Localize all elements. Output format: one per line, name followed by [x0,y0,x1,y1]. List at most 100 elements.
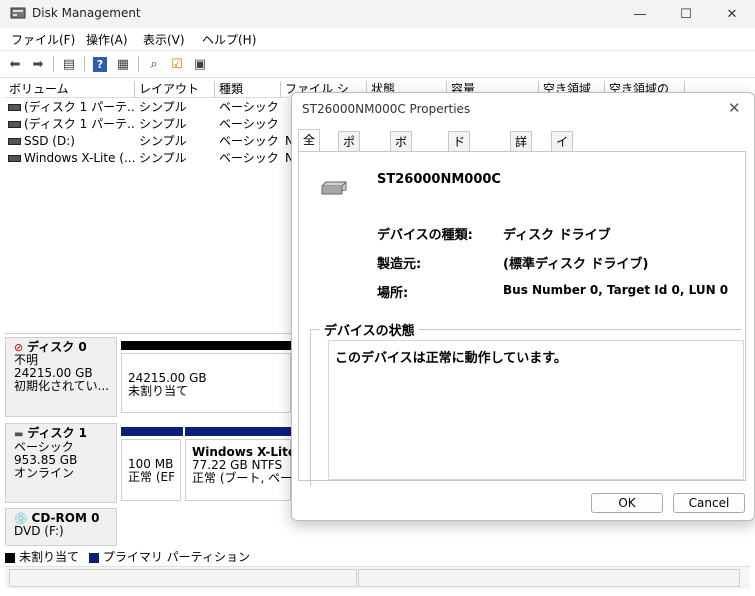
title-bar: Disk Management — ☐ ✕ [0,0,755,28]
cancel-button[interactable]: Cancel [673,493,745,513]
dialog-close-button[interactable]: ✕ [728,99,741,117]
maximize-icon: ☐ [680,6,692,22]
close-window-button[interactable]: ✕ [709,0,755,28]
show-console-tree-button[interactable]: ▤ [60,55,78,73]
volume-type: ベーシック [219,117,279,131]
minimize-button[interactable]: — [617,0,663,28]
volume-name: SSD (D:) [24,134,75,148]
disk-icon: ▬ [14,429,24,440]
help-button[interactable]: ? [91,55,109,73]
device-name: ST26000NM000C [377,172,501,187]
tab-volumes[interactable]: ボリューム [390,131,413,229]
device-status-group-title: デバイスの状態 [320,320,419,339]
partition-efi[interactable]: 100 MB 正常 (EF [121,427,183,503]
forward-arrow-icon: ➡ [32,56,44,72]
disk-name: ディスク 1 [27,426,87,440]
prop-device-type-label: デバイスの種類: [377,228,473,243]
disk-name: CD-ROM 0 [31,511,100,525]
legend-unallocated: 未割り当て [19,550,80,564]
properties-view-button[interactable]: ▦ [114,55,132,73]
properties-view-icon: ▦ [116,56,130,72]
col-type[interactable]: 種類 [215,81,281,97]
back-arrow-icon: ⬅ [9,56,21,72]
ok-button[interactable]: OK [591,493,663,513]
volume-name: (ディスク 1 パーテ... [24,100,135,114]
primary-bar [121,427,183,436]
connect-icon: ⌕ [150,56,158,72]
device-status-text: このデバイスは正常に動作しています。 [328,340,744,480]
minimize-icon: — [633,6,647,22]
volume-row[interactable]: SSD (D:) シンプル ベーシック N [5,133,295,150]
cdrom-drive: DVD (F:) [14,524,64,538]
partition-unallocated[interactable]: 24215.00 GB 未割り当て [121,341,293,415]
volume-icon [8,138,21,145]
menu-help[interactable]: ヘルプ(H) [202,31,256,48]
menu-action[interactable]: 操作(A) [86,31,128,48]
toolbar-separator [84,56,85,72]
console-tree-icon: ▤ [62,56,76,72]
connect-button[interactable]: ⌕ [145,55,163,73]
tab-details[interactable]: 詳細 [510,131,533,169]
volume-icon [8,155,21,162]
primary-bar [185,427,293,436]
menu-view[interactable]: 表示(V) [143,31,185,48]
close-icon: ✕ [728,99,741,117]
volume-icon [8,104,21,111]
disk-status: オンライン [14,466,75,480]
tab-policy[interactable]: ポリシー [338,131,361,209]
disk-drive-icon [321,181,347,195]
checklist-button[interactable]: ☑ [168,55,186,73]
volume-row[interactable]: (ディスク 1 パーテ... シンプル ベーシック [5,99,295,116]
tab-driver[interactable]: ドライバー [448,131,471,229]
dialog-title: ST26000NM000C Properties [302,102,471,116]
prop-location-label: 場所: [377,286,409,301]
status-bar [5,566,750,589]
toolbar-separator [138,56,139,72]
volume-row[interactable]: (ディスク 1 パーテ... シンプル ベーシック [5,116,295,133]
toolbar-separator [53,56,54,72]
cdrom-0-label[interactable]: 💿 CD-ROM 0 DVD (F:) [5,508,117,546]
back-button[interactable]: ⬅ [6,55,24,73]
toolbar: ⬅ ➡ ▤ ? ▦ ⌕ ☑ ▣ [0,51,755,78]
tab-general[interactable]: 全般 [298,129,321,167]
volume-type: ベーシック [219,151,279,165]
status-segment [9,569,357,587]
disk-name: ディスク 0 [27,340,87,354]
menu-bar: ファイル(F) 操作(A) 表示(V) ヘルプ(H) [0,28,755,51]
prop-manufacturer-value: (標準ディスク ドライブ) [503,257,649,272]
volume-layout: シンプル [139,117,187,131]
partition-windows[interactable]: Windows X-Lite 77.22 GB NTFS 正常 (ブート, ペー… [185,427,293,503]
help-icon: ? [93,56,107,72]
disk-management-window: Disk Management — ☐ ✕ ファイル(F) 操作(A) 表示(V… [0,0,755,596]
col-volume[interactable]: ボリューム [5,81,135,97]
volume-name: Windows X-Lite (... [24,151,135,165]
partition-status: 正常 (EF [128,470,175,484]
tab-events[interactable]: イベント [551,131,574,209]
checklist-icon: ☑ [171,56,183,72]
col-layout[interactable]: レイアウト [135,81,215,97]
volume-row[interactable]: Windows X-Lite (... シンプル ベーシック N [5,150,295,167]
legend-primary: プライマリ パーティション [102,550,250,564]
menu-file[interactable]: ファイル(F) [11,31,75,48]
disk-0-label[interactable]: ⊘ ディスク 0 不明 24215.00 GB 初期化されてい... [5,337,117,417]
status-segment [358,569,740,587]
settings-panel-button[interactable]: ▣ [191,55,209,73]
properties-dialog: ST26000NM000C Properties ✕ 全般 ポリシー ボリューム… [291,92,755,521]
primary-legend-swatch [88,552,99,563]
volume-layout: シンプル [139,134,187,148]
disk-1-label[interactable]: ▬ ディスク 1 ベーシック 953.85 GB オンライン [5,423,117,503]
maximize-button[interactable]: ☐ [663,0,709,28]
partition-status: 正常 (ブート, ページ [192,471,293,485]
panel-icon: ▣ [193,56,207,72]
unallocated-legend-swatch [5,552,15,563]
disk-status: 初期化されてい... [14,379,110,393]
forward-button[interactable]: ➡ [29,55,47,73]
close-icon: ✕ [726,6,738,22]
volume-type: ベーシック [219,100,279,114]
prop-location-value: Bus Number 0, Target Id 0, LUN 0 [503,283,729,297]
window-title: Disk Management [32,6,141,20]
volume-icon [8,121,21,128]
volume-type: ベーシック [219,134,279,148]
volume-layout: シンプル [139,151,187,165]
volume-layout: シンプル [139,100,187,114]
